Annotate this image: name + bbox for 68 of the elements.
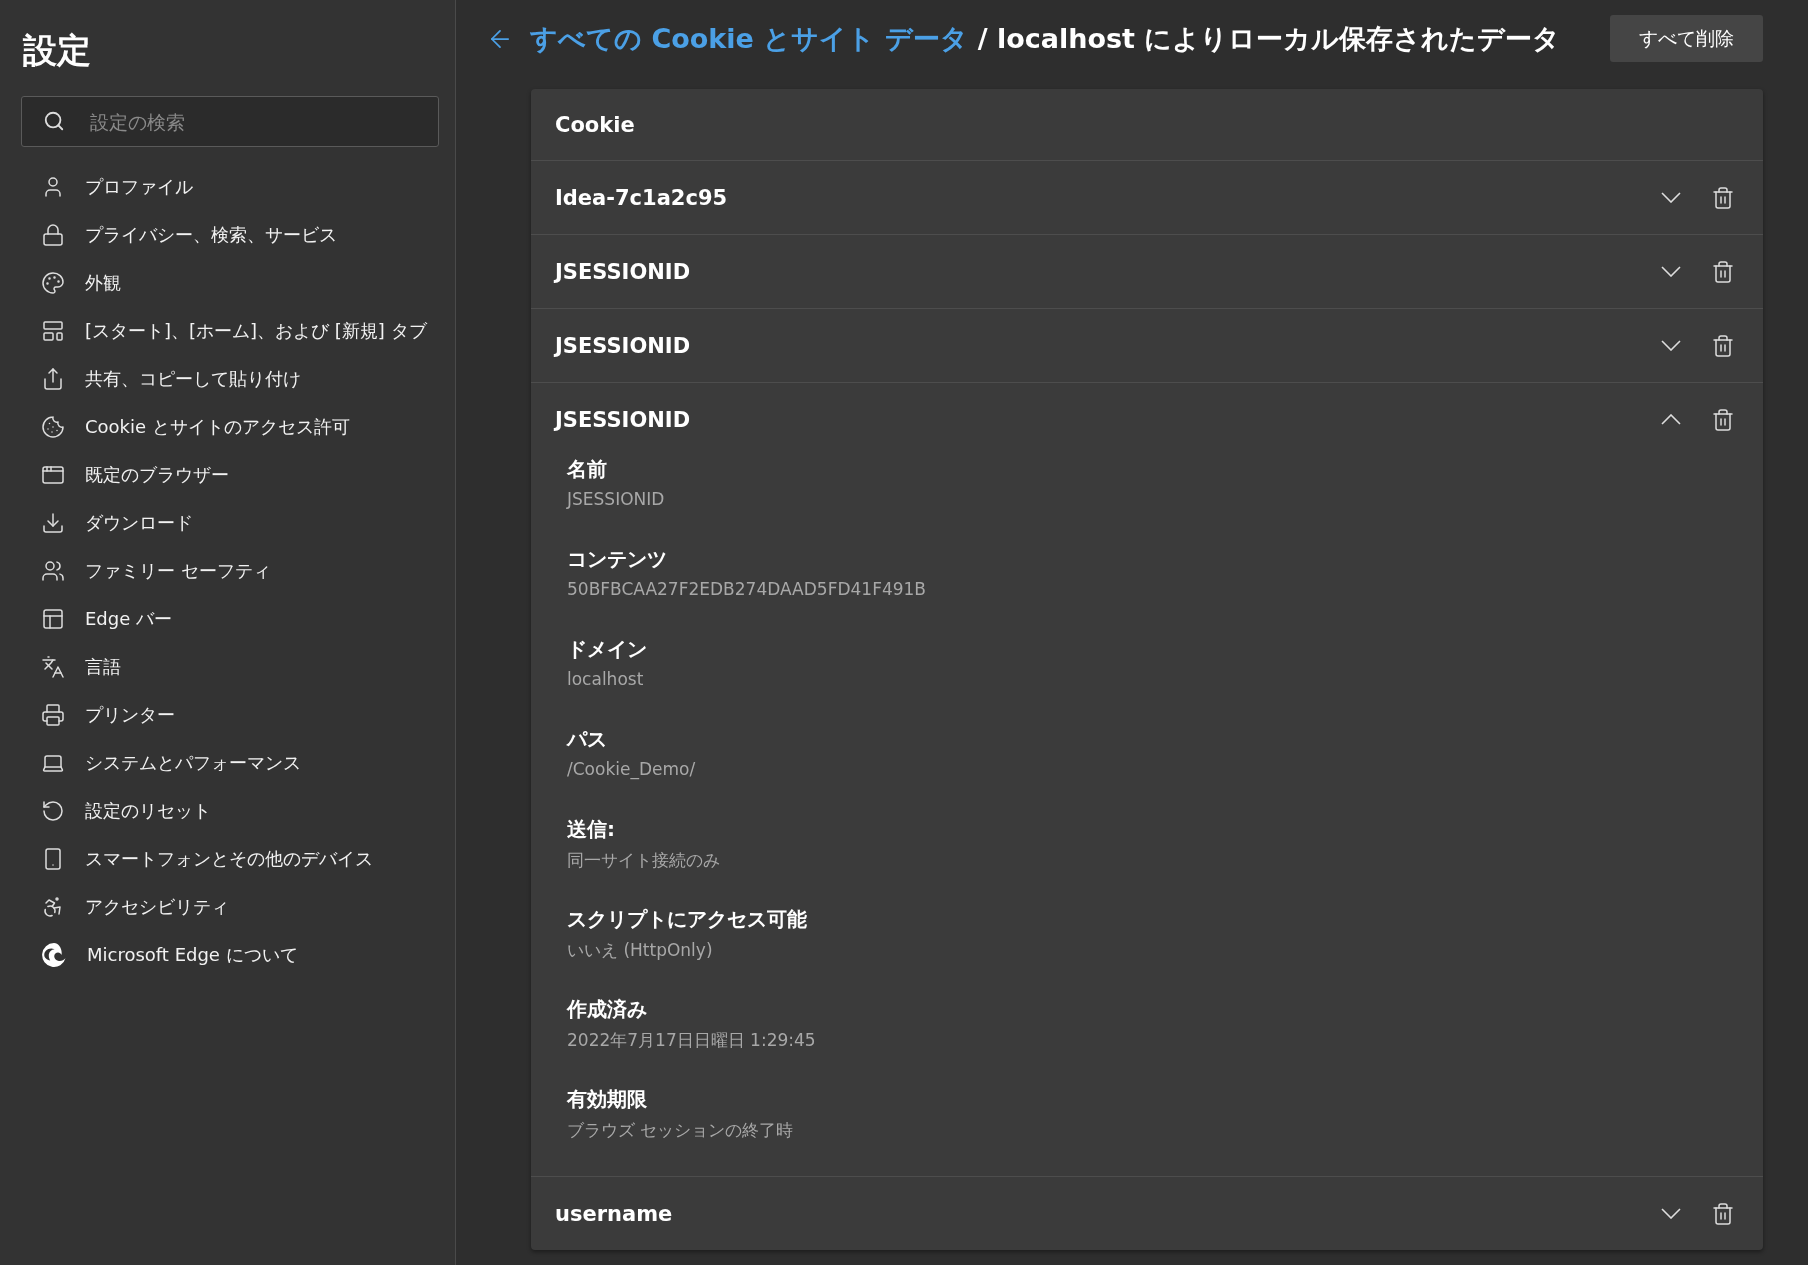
sidebar-item[interactable]: プロファイル <box>21 163 439 211</box>
sidebar-item[interactable]: Cookie とサイトのアクセス許可 <box>21 403 439 451</box>
breadcrumb-link[interactable]: すべての Cookie とサイト データ <box>530 20 968 57</box>
chevron-down-icon <box>1661 266 1681 277</box>
detail-label: パス <box>567 726 608 753</box>
sidebar-item[interactable]: スマートフォンとその他のデバイス <box>21 835 439 883</box>
delete-all-button[interactable]: すべて削除 <box>1610 15 1763 62</box>
detail-label: 有効期限 <box>567 1086 648 1113</box>
sidebar-item[interactable]: プライバシー、検索、サービス <box>21 211 439 259</box>
detail-value: 2022年7月17日日曜日 1:29:45 <box>567 1029 817 1052</box>
detail-value: /Cookie_Demo/ <box>567 759 697 779</box>
cookie-name: JSESSIONID <box>555 259 692 284</box>
lock-icon <box>41 223 65 247</box>
search-icon <box>43 110 65 132</box>
sidebar-item[interactable]: 言語 <box>21 643 439 691</box>
card-title: Cookie <box>531 89 1763 161</box>
sidebar-item[interactable]: Microsoft Edge について <box>21 931 439 979</box>
download-icon <box>41 511 65 535</box>
detail-value: JSESSIONID <box>567 489 666 509</box>
sidebar-item[interactable]: 外観 <box>21 259 439 307</box>
cookie-name: JSESSIONID <box>555 333 692 358</box>
chevron-down-icon <box>1661 1208 1681 1219</box>
cookie-name: username <box>555 1201 674 1226</box>
sidebar-item[interactable]: 共有、コピーして貼り付け <box>21 355 439 403</box>
chevron-down-icon <box>1661 192 1681 203</box>
detail-label: コンテンツ <box>567 546 668 573</box>
sidebar-item[interactable]: Edge バー <box>21 595 439 643</box>
chevron-down-icon <box>1661 340 1681 351</box>
share-icon <box>41 367 65 391</box>
sidebar-item[interactable]: ダウンロード <box>21 499 439 547</box>
people-icon <box>41 559 65 583</box>
panel-icon <box>41 607 65 631</box>
browser-icon <box>41 463 65 487</box>
settings-title: 設定 <box>23 29 92 72</box>
detail-label: ドメイン <box>567 636 648 663</box>
trash-icon <box>1711 185 1735 210</box>
chevron-up-icon <box>1661 414 1681 425</box>
breadcrumb-current: / localhost によりローカル保存されたデータ <box>977 21 1561 56</box>
trash-icon <box>1711 407 1735 432</box>
reset-icon <box>41 799 65 823</box>
detail-value: 同一サイト接続のみ <box>567 849 721 872</box>
sidebar-item[interactable]: システムとパフォーマンス <box>21 739 439 787</box>
sidebar-item[interactable]: プリンター <box>21 691 439 739</box>
trash-icon <box>1711 259 1735 284</box>
cookie-name: JSESSIONID <box>555 407 692 432</box>
sidebar-item[interactable]: [スタート]、[ホーム]、および [新規] タブ <box>21 307 439 355</box>
detail-value: 50BFBCAA27F2EDB274DAAD5FD41F491B <box>567 579 928 599</box>
trash-icon <box>1711 1201 1735 1226</box>
detail-label: 名前 <box>567 456 608 483</box>
detail-label: スクリプトにアクセス可能 <box>567 906 808 933</box>
detail-value: いいえ (HttpOnly) <box>567 939 714 962</box>
detail-value: localhost <box>567 669 645 689</box>
detail-label: 作成済み <box>567 996 648 1023</box>
detail-label: 送信: <box>567 816 616 843</box>
logo-icon <box>41 942 67 968</box>
sidebar-item[interactable]: ファミリー セーフティ <box>21 547 439 595</box>
language-icon <box>41 655 65 679</box>
printer-icon <box>41 703 65 727</box>
sidebar-item[interactable]: アクセシビリティ <box>21 883 439 931</box>
sidebar-item[interactable]: 既定のブラウザー <box>21 451 439 499</box>
trash-icon <box>1711 333 1735 358</box>
window-icon <box>41 319 65 343</box>
cookie-name: Idea-7c1a2c95 <box>555 185 729 210</box>
detail-value: ブラウズ セッションの終了時 <box>567 1119 795 1142</box>
cookie-icon <box>41 415 65 439</box>
sidebar-item[interactable]: 設定のリセット <box>21 787 439 835</box>
palette-icon <box>41 271 65 295</box>
search-field[interactable]: 設定の検索 <box>21 96 439 147</box>
